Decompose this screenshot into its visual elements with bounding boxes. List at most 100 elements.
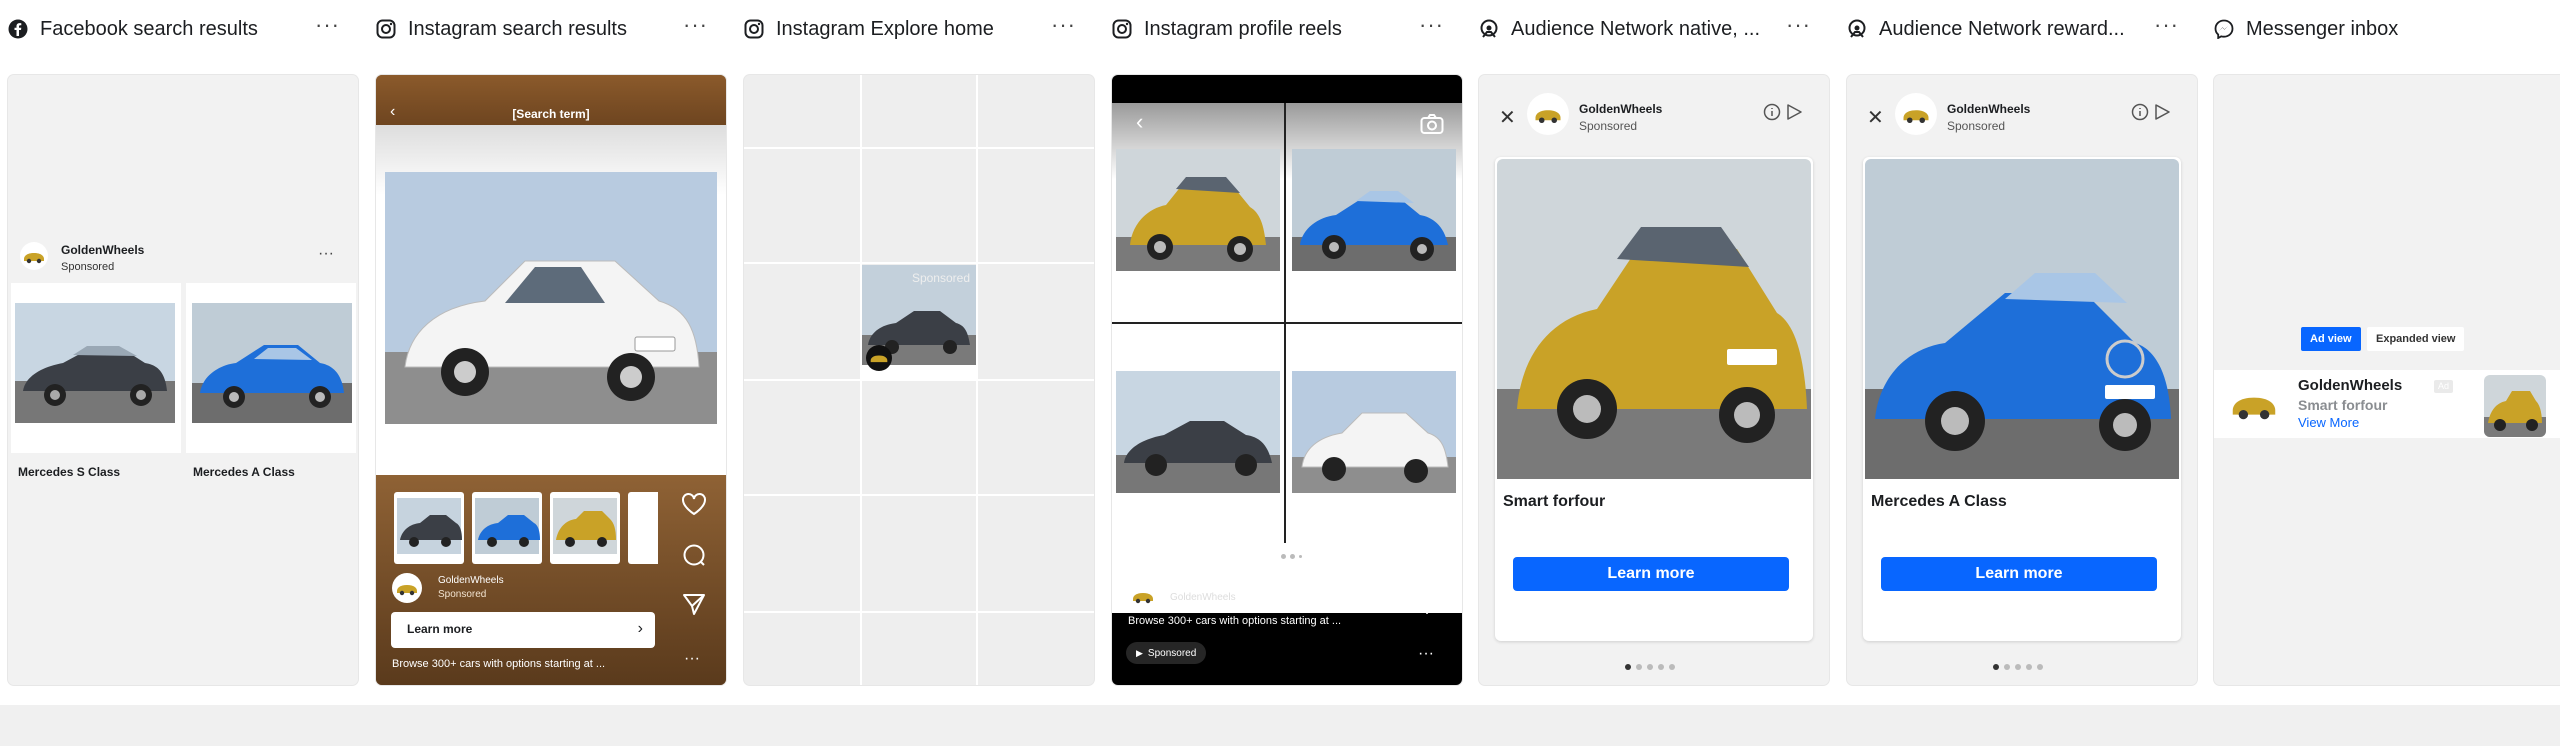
ad-headline: Mercedes A Class xyxy=(1871,493,2007,510)
chevron-right-icon: › xyxy=(637,620,643,637)
audience-network-icon xyxy=(1847,19,1867,39)
column-title: Instagram Explore home xyxy=(776,17,994,40)
column-header: Audience Network native, ... ··· xyxy=(1479,12,1829,46)
advertiser-name: GoldenWheels xyxy=(1170,592,1236,603)
column-messenger-inbox: Messenger inbox Ad view Expanded view Go… xyxy=(2214,0,2560,705)
ad-body-text: Browse 300+ cars with options starting a… xyxy=(392,658,606,670)
cta-label: Learn more xyxy=(407,622,473,636)
column-header: Instagram Explore home ··· xyxy=(744,12,1094,46)
camera-icon[interactable] xyxy=(1420,113,1444,135)
search-term: [Search term] xyxy=(512,107,590,121)
preview-panel: Sponsored xyxy=(744,75,1094,685)
preview-panel: ‹ [Search term] GoldenWheels Sponsored L… xyxy=(376,75,726,685)
ad-card[interactable]: Mercedes A Class Learn more xyxy=(1863,157,2181,641)
follow-button[interactable]: Follow xyxy=(1269,582,1324,606)
column-audience-network-native: Audience Network native, ... ··· ✕ Golde… xyxy=(1479,0,1829,705)
instagram-icon xyxy=(1112,19,1132,39)
column-header: Instagram profile reels ··· xyxy=(1112,12,1462,46)
close-icon[interactable]: ✕ xyxy=(1867,105,1884,130)
carousel-card[interactable] xyxy=(186,283,356,453)
learn-more-button[interactable]: Learn more xyxy=(1513,557,1789,591)
car-image[interactable] xyxy=(1116,371,1280,493)
column-instagram-search: Instagram search results ··· ‹ [Search t… xyxy=(376,0,726,705)
ad-choices-icon[interactable] xyxy=(1785,103,1803,121)
preview-panel: Ad view Expanded view GoldenWheels Smart… xyxy=(2214,75,2560,685)
advertiser-name: GoldenWheels xyxy=(2298,377,2403,394)
heart-icon[interactable] xyxy=(681,492,707,516)
ad-card[interactable]: Smart forfour Learn more xyxy=(1495,157,1813,641)
grid-divider xyxy=(1112,322,1462,324)
more-options-icon[interactable]: ··· xyxy=(1786,14,1811,36)
tab-expanded-view[interactable]: Expanded view xyxy=(2367,327,2465,351)
page-dots xyxy=(1993,664,2043,670)
car-image xyxy=(15,303,175,423)
sponsored-label: Sponsored xyxy=(61,261,115,273)
advertiser-name: GoldenWheels xyxy=(1579,102,1663,116)
card-caption: Mercedes A Class xyxy=(193,465,295,479)
ad-headline: Smart forfour xyxy=(1503,493,1606,510)
ad-thumbnail[interactable] xyxy=(2484,375,2546,437)
thumbnail[interactable] xyxy=(550,492,620,564)
carousel-card[interactable] xyxy=(11,283,181,453)
explore-grid xyxy=(744,75,1094,685)
car-image[interactable] xyxy=(1116,149,1280,271)
column-title: Audience Network reward... xyxy=(1879,17,2125,40)
info-icon[interactable] xyxy=(1763,103,1781,121)
sponsored-tag-label: Sponsored xyxy=(1147,647,1197,659)
learn-more-button[interactable]: Learn more xyxy=(1881,557,2157,591)
more-options-icon[interactable]: ··· xyxy=(1419,14,1444,36)
column-header: Messenger inbox xyxy=(2214,12,2560,46)
car-image[interactable] xyxy=(385,172,717,424)
thumbnail[interactable] xyxy=(394,492,464,564)
comment-icon[interactable] xyxy=(682,543,706,567)
info-icon[interactable] xyxy=(2131,103,2149,121)
sponsored-label: Sponsored xyxy=(1579,119,1638,133)
column-title: Facebook search results xyxy=(40,17,258,40)
thumbnail[interactable] xyxy=(628,492,658,564)
more-options-icon[interactable]: ··· xyxy=(683,14,708,36)
heart-icon[interactable] xyxy=(1415,493,1441,517)
ad-subtitle: Smart forfour xyxy=(2298,397,2388,413)
send-icon[interactable] xyxy=(1415,591,1439,615)
view-more-link[interactable]: View More xyxy=(2298,415,2359,430)
back-arrow-icon[interactable]: ‹ xyxy=(1136,109,1143,135)
car-image xyxy=(1865,159,2179,479)
ad-choices-icon[interactable] xyxy=(2153,103,2171,121)
column-title: Messenger inbox xyxy=(2246,17,2399,40)
car-image[interactable] xyxy=(1292,371,1456,493)
inbox-ad-row[interactable]: GoldenWheels Smart forfour View More Ad xyxy=(2214,370,2560,438)
tag-icon: ▶ xyxy=(1136,647,1143,658)
more-options-icon[interactable]: ··· xyxy=(2154,14,2179,36)
thumbnail[interactable] xyxy=(472,492,542,564)
learn-more-button[interactable]: Learn more › xyxy=(391,612,655,648)
advertiser-avatar xyxy=(866,345,892,371)
more-options-icon[interactable]: ··· xyxy=(315,14,340,36)
car-image[interactable] xyxy=(1292,149,1456,271)
comment-icon[interactable] xyxy=(1415,541,1439,565)
sponsored-tag: ▶ Sponsored xyxy=(1126,642,1207,664)
more-options-icon[interactable]: ··· xyxy=(1051,14,1076,36)
bottom-band xyxy=(0,705,2560,746)
preview-panel: GoldenWheels Sponsored ··· Mercedes S Cl… xyxy=(8,75,358,685)
ad-body-text: Browse 300+ cars with options starting a… xyxy=(1128,615,1342,627)
more-options-icon[interactable]: ··· xyxy=(1418,645,1434,663)
car-image xyxy=(1497,159,1811,479)
column-instagram-reels: Instagram profile reels ··· ‹ GoldenWhee… xyxy=(1112,0,1462,705)
close-icon[interactable]: ✕ xyxy=(1499,105,1516,130)
instagram-icon xyxy=(376,19,396,39)
more-options-icon[interactable]: ··· xyxy=(684,650,700,668)
facebook-icon xyxy=(8,19,28,39)
advertiser-name: GoldenWheels xyxy=(1947,102,2031,116)
sponsored-tile[interactable]: Sponsored xyxy=(862,265,976,379)
card-caption: Mercedes S Class xyxy=(18,465,121,479)
advertiser-avatar xyxy=(1527,93,1569,135)
sponsored-label: Sponsored xyxy=(1947,119,2006,133)
column-title: Instagram profile reels xyxy=(1144,17,1342,40)
advertiser-avatar xyxy=(1895,93,1937,135)
more-options-icon[interactable]: ··· xyxy=(318,245,334,263)
preview-panel: ✕ GoldenWheels Sponsored Mercedes A Clas… xyxy=(1847,75,2197,685)
tab-ad-view[interactable]: Ad view xyxy=(2301,327,2361,351)
send-icon[interactable] xyxy=(682,592,706,616)
column-audience-network-rewarded: Audience Network reward... ··· ✕ GoldenW… xyxy=(1847,0,2197,705)
ad-badge: Ad xyxy=(2434,380,2454,393)
